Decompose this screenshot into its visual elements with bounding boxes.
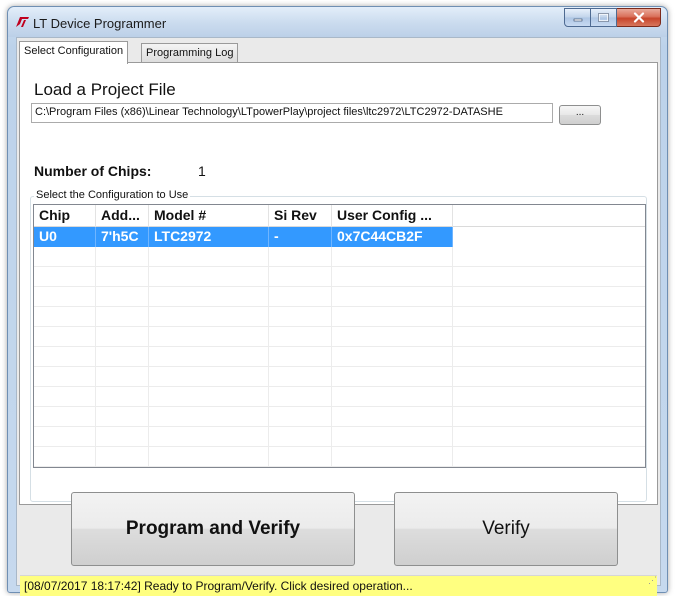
maximize-button[interactable] [591, 8, 617, 27]
empty-row [34, 367, 645, 387]
column-header-si-rev[interactable]: Si Rev [269, 205, 332, 227]
cell-chip: U0 [34, 227, 96, 247]
empty-row [34, 307, 645, 327]
number-of-chips-value: 1 [198, 163, 206, 179]
column-header-user-config[interactable]: User Config ... [332, 205, 453, 227]
select-configuration-page: Load a Project File C:\Program Files (x8… [19, 62, 658, 505]
number-of-chips-label: Number of Chips: [34, 163, 152, 179]
load-project-heading: Load a Project File [34, 80, 176, 99]
empty-row [34, 327, 645, 347]
empty-row [34, 387, 645, 407]
client-area: Select Configuration Programming Log Loa… [16, 37, 661, 596]
lt-logo-icon [16, 17, 29, 27]
tab-select-configuration[interactable]: Select Configuration [19, 41, 129, 64]
resize-grip-icon[interactable]: ⋰ [648, 575, 658, 585]
column-header-filler [453, 205, 645, 227]
table-row[interactable]: U0 7'h5C LTC2972 - 0x7C44CB2F [34, 227, 645, 247]
cell-model: LTC2972 [149, 227, 269, 247]
close-button[interactable] [617, 8, 661, 27]
status-bar: [08/07/2017 18:17:42] Ready to Program/V… [20, 575, 657, 596]
empty-row [34, 407, 645, 427]
close-icon [633, 12, 644, 23]
app-window: LT Device Programmer Select Configuratio… [7, 6, 668, 596]
browse-button[interactable]: ... [559, 105, 601, 125]
cell-user-config: 0x7C44CB2F [332, 227, 453, 247]
empty-row [34, 247, 645, 267]
column-header-address[interactable]: Add... [96, 205, 149, 227]
verify-button[interactable]: Verify [394, 492, 618, 566]
empty-row [34, 267, 645, 287]
grid-header: Chip Add... Model # Si Rev User Config .… [34, 205, 645, 227]
column-header-model[interactable]: Model # [149, 205, 269, 227]
empty-row [34, 287, 645, 307]
minimize-icon [573, 18, 582, 21]
title-bar[interactable]: LT Device Programmer [8, 7, 667, 37]
empty-row [34, 427, 645, 447]
caption-buttons [564, 8, 661, 28]
window-title: LT Device Programmer [33, 16, 167, 31]
program-and-verify-button[interactable]: Program and Verify [71, 492, 355, 566]
cell-address: 7'h5C [96, 227, 149, 247]
cell-si-rev: - [269, 227, 332, 247]
cell-filler [453, 227, 645, 247]
maximize-icon [598, 13, 609, 22]
empty-row [34, 447, 645, 467]
empty-row [34, 347, 645, 367]
project-path-field[interactable]: C:\Program Files (x86)\Linear Technology… [31, 103, 553, 123]
grid-body: U0 7'h5C LTC2972 - 0x7C44CB2F [34, 227, 645, 467]
configuration-grid[interactable]: Chip Add... Model # Si Rev User Config .… [33, 204, 646, 468]
column-header-chip[interactable]: Chip [34, 205, 96, 227]
configuration-group-caption: Select the Configuration to Use [34, 189, 191, 201]
tab-programming-log[interactable]: Programming Log [141, 43, 239, 63]
minimize-button[interactable] [564, 8, 591, 27]
